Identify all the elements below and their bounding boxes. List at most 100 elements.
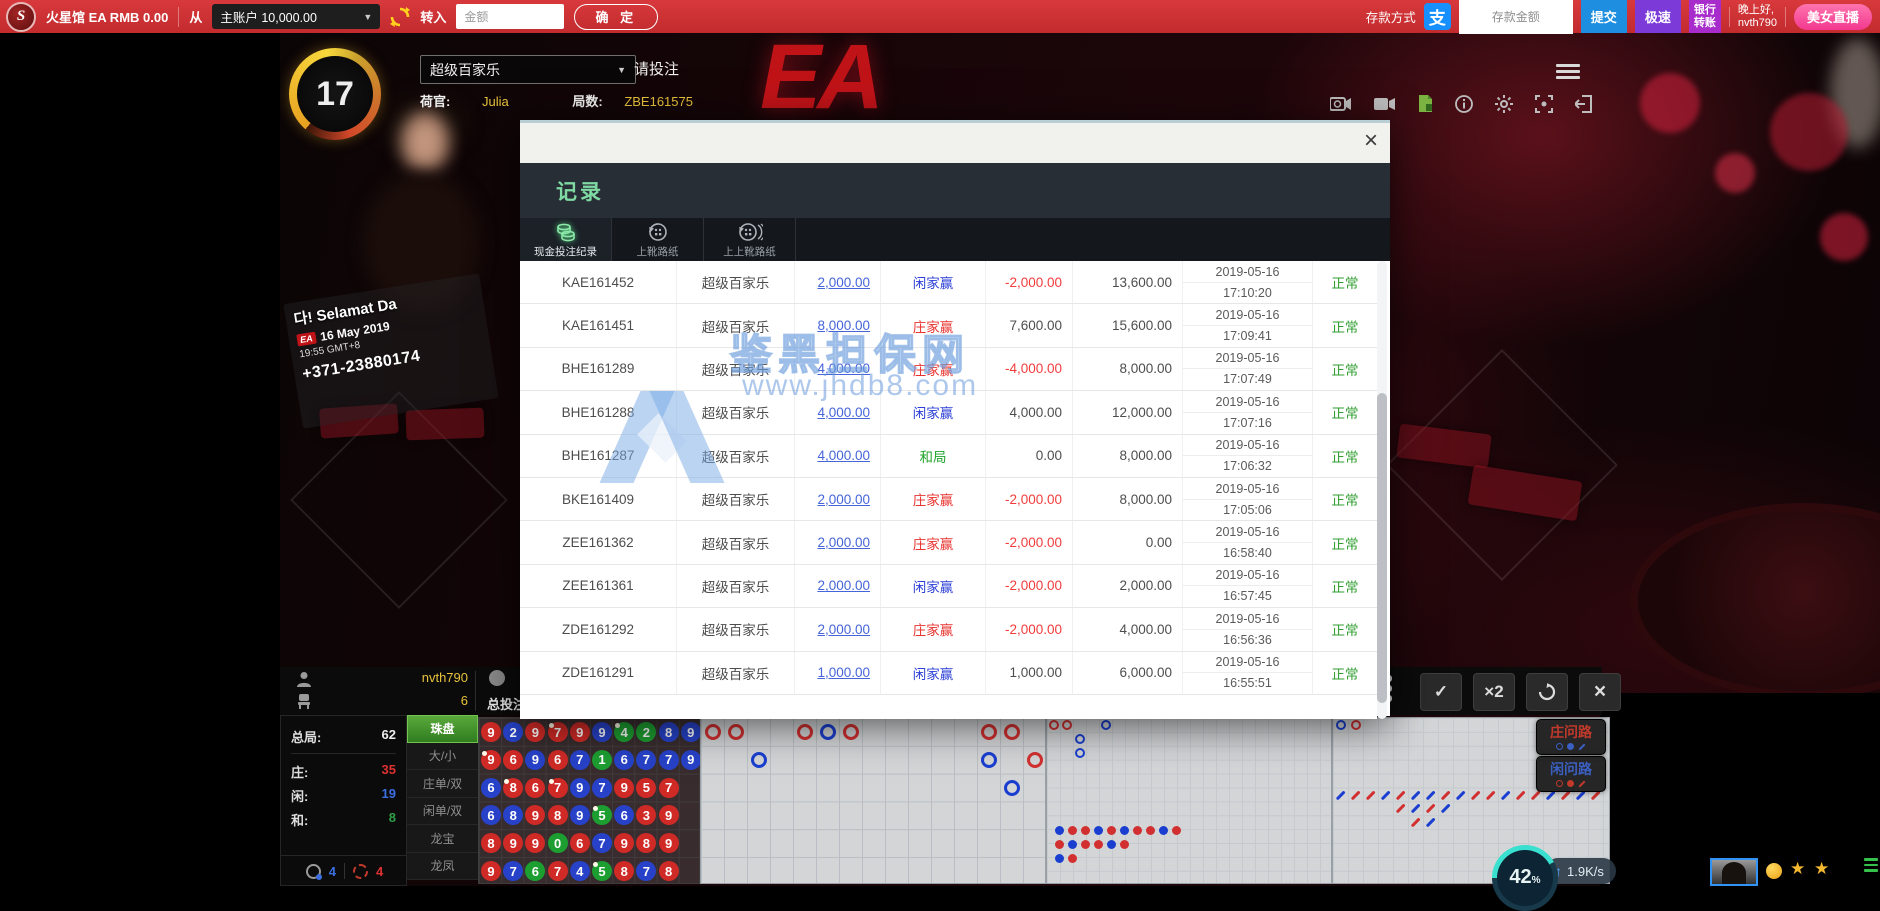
bead-cell: 8 <box>614 861 634 881</box>
bead-cell: 9 <box>525 805 545 825</box>
bead-cell: 4 <box>570 861 590 881</box>
cell-win-loss: 4,000.00 <box>986 391 1073 433</box>
refresh-icon[interactable] <box>390 7 410 27</box>
big-road-circle <box>1004 724 1020 740</box>
bead-cell: 9 <box>570 805 590 825</box>
info-icon[interactable] <box>1455 95 1473 113</box>
road-menu-player-oddeven[interactable]: 闲单/双 <box>407 798 478 826</box>
road-mark <box>1441 790 1451 800</box>
double-bet-button[interactable]: ×2 <box>1473 673 1515 711</box>
tab-cash-bet-records[interactable]: 现金投注纪录 <box>520 218 612 261</box>
player-pair-count: 4 <box>329 864 336 879</box>
close-icon[interactable]: × <box>1364 128 1378 154</box>
road-menu-bead[interactable]: 珠盘 <box>407 715 478 743</box>
road-mark <box>1120 826 1129 835</box>
countdown-value: 17 <box>316 75 354 114</box>
camera-icon[interactable] <box>1330 96 1352 112</box>
bet-amount-link[interactable]: 4,000.00 <box>817 361 870 376</box>
bead-cell: 9 <box>481 750 501 770</box>
confirm-bet-button[interactable]: ✓ <box>1420 673 1462 711</box>
road-mark <box>1159 826 1168 835</box>
chevron-down-icon: ▼ <box>617 65 626 75</box>
banker-pair-count: 4 <box>376 864 383 879</box>
road-menu-dragon-bonus[interactable]: 龙宝 <box>407 825 478 853</box>
bet-amount-link[interactable]: 4,000.00 <box>817 448 870 463</box>
bead-cell: 6 <box>525 861 545 881</box>
deposit-amount-input[interactable] <box>1459 0 1573 34</box>
road-mark <box>1068 854 1077 863</box>
bet-amount-link[interactable]: 8,000.00 <box>817 318 870 333</box>
road-mark <box>1381 790 1391 800</box>
cell-time: 2019-05-1617:09:41 <box>1183 304 1313 346</box>
video-icon[interactable] <box>1374 97 1396 111</box>
cell-result: 闲家赢 <box>881 652 986 694</box>
cell-status: 正常 <box>1313 304 1377 346</box>
confirm-transfer-button[interactable]: 确 定 <box>574 4 658 30</box>
tab-before-last-shoe-road[interactable]: 上上靴路纸 <box>704 218 796 261</box>
cell-game: 超级百家乐 <box>677 521 795 563</box>
cell-time: 2019-05-1617:10:20 <box>1183 261 1313 303</box>
road-mark <box>1062 720 1072 730</box>
promo-card: 다! Selamat Da EA 16 May 2019 19:55 GMT+8… <box>283 273 498 428</box>
bet-amount-link[interactable]: 1,000.00 <box>817 665 870 680</box>
road-mark <box>1107 840 1116 849</box>
express-deposit-button[interactable]: 极速 <box>1635 0 1681 33</box>
submit-deposit-button[interactable]: 提交 <box>1581 0 1627 33</box>
cell-game: 超级百家乐 <box>677 391 795 433</box>
smiley-icon[interactable] <box>1766 863 1782 879</box>
star-icon[interactable]: ★ <box>1814 859 1829 879</box>
cell-round-id: KAE161452 <box>520 261 677 303</box>
tab-last-shoe-road[interactable]: 上靴路纸 <box>612 218 704 261</box>
chat-list-icon[interactable] <box>1864 855 1878 875</box>
road-menu-bigsmall[interactable]: 大/小 <box>407 743 478 771</box>
bet-amount-link[interactable]: 2,000.00 <box>817 622 870 637</box>
dealer-thumbnail[interactable] <box>1710 858 1758 886</box>
scrollbar-thumb[interactable] <box>1377 393 1387 703</box>
bet-amount-link[interactable]: 4,000.00 <box>817 405 870 420</box>
speed-value: 1.9K/s <box>1567 864 1604 879</box>
amount-input[interactable] <box>456 4 564 29</box>
banker-pair-icon <box>353 864 368 879</box>
stats-panel: 总局:62 庄:35 闲:19 和:8 4 4 <box>280 715 407 886</box>
road-menu-banker-oddeven[interactable]: 庄单/双 <box>407 770 478 798</box>
menu-icon[interactable] <box>1556 61 1580 82</box>
repeat-bet-button[interactable] <box>1526 673 1568 711</box>
bead-cell: 9 <box>681 750 701 770</box>
banker-ask-road-button[interactable]: 庄问路 <box>1536 719 1606 755</box>
live-girls-button[interactable]: 美女直播 <box>1794 4 1872 30</box>
bet-amount-link[interactable]: 2,000.00 <box>817 578 870 593</box>
cancel-bet-button[interactable]: × <box>1579 673 1621 711</box>
player-ask-road-button[interactable]: 闲问路 <box>1536 756 1606 792</box>
big-road-circle <box>797 724 813 740</box>
cell-balance: 8,000.00 <box>1073 348 1183 390</box>
gear-icon[interactable] <box>1495 95 1513 113</box>
alipay-icon[interactable]: 支 <box>1424 3 1451 30</box>
road-menu-dragon-phoenix[interactable]: 龙凤 <box>407 853 478 881</box>
bank-transfer-button[interactable]: 银行转账 <box>1689 0 1721 33</box>
player-pair-icon <box>306 864 321 879</box>
video-toolbar <box>1330 95 1593 113</box>
star-icon[interactable]: ★ <box>1790 859 1805 879</box>
cell-round-id: BHE161289 <box>520 348 677 390</box>
exit-icon[interactable] <box>1575 95 1593 113</box>
bet-amount-link[interactable]: 2,000.00 <box>817 275 870 290</box>
road-mark <box>1081 826 1090 835</box>
cell-round-id: ZEE161362 <box>520 521 677 563</box>
bead-cell: 8 <box>503 805 523 825</box>
bet-amount-link[interactable]: 2,000.00 <box>817 492 870 507</box>
bet-amount-link[interactable]: 2,000.00 <box>817 535 870 550</box>
account-select[interactable]: 主账户 10,000.00 ▼ <box>212 4 380 29</box>
road-mark <box>1411 790 1421 800</box>
stat-label: 庄: <box>291 762 308 781</box>
table-row: ZEE161362 超级百家乐 2,000.00 庄家赢 -2,000.00 0… <box>520 521 1377 564</box>
modal-top-strip: × <box>520 123 1390 163</box>
bead-cell: 1 <box>592 750 612 770</box>
table-row: BHE161288 超级百家乐 4,000.00 闲家赢 4,000.00 12… <box>520 391 1377 434</box>
cell-time: 2019-05-1617:05:06 <box>1183 478 1313 520</box>
game-select-dropdown[interactable]: 超级百家乐 ▼ <box>420 55 636 84</box>
report-file-icon[interactable] <box>1418 95 1433 113</box>
cell-win-loss: -2,000.00 <box>986 565 1073 607</box>
fullscreen-icon[interactable] <box>1535 95 1553 113</box>
bead-road: 9297994289969671677968679795768989563989… <box>478 717 700 884</box>
big-road-circle <box>981 724 997 740</box>
